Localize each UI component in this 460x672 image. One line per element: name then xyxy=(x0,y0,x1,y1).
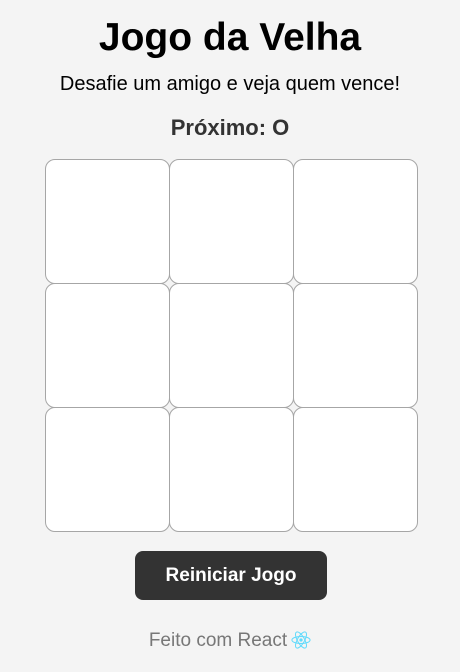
footer-text: Feito com React xyxy=(148,630,288,651)
board-cell-4[interactable] xyxy=(45,283,170,408)
board-cell-9[interactable] xyxy=(293,407,418,532)
board-cell-7[interactable] xyxy=(45,407,170,532)
game-board xyxy=(45,159,418,532)
board-cell-5[interactable] xyxy=(169,283,294,408)
board-cell-3[interactable] xyxy=(293,159,418,284)
next-player-status: Próximo: O xyxy=(170,115,290,140)
page-title: Jogo da Velha xyxy=(98,16,362,59)
page-subtitle: Desafie um amigo e veja quem vence! xyxy=(59,73,401,95)
board-cell-8[interactable] xyxy=(169,407,294,532)
react-icon xyxy=(291,630,311,657)
board-cell-6[interactable] xyxy=(293,283,418,408)
board-cell-1[interactable] xyxy=(45,159,170,284)
reset-game-button[interactable]: Reiniciar Jogo xyxy=(135,551,327,600)
footer: Feito com React xyxy=(0,629,460,657)
board-cell-2[interactable] xyxy=(169,159,294,284)
